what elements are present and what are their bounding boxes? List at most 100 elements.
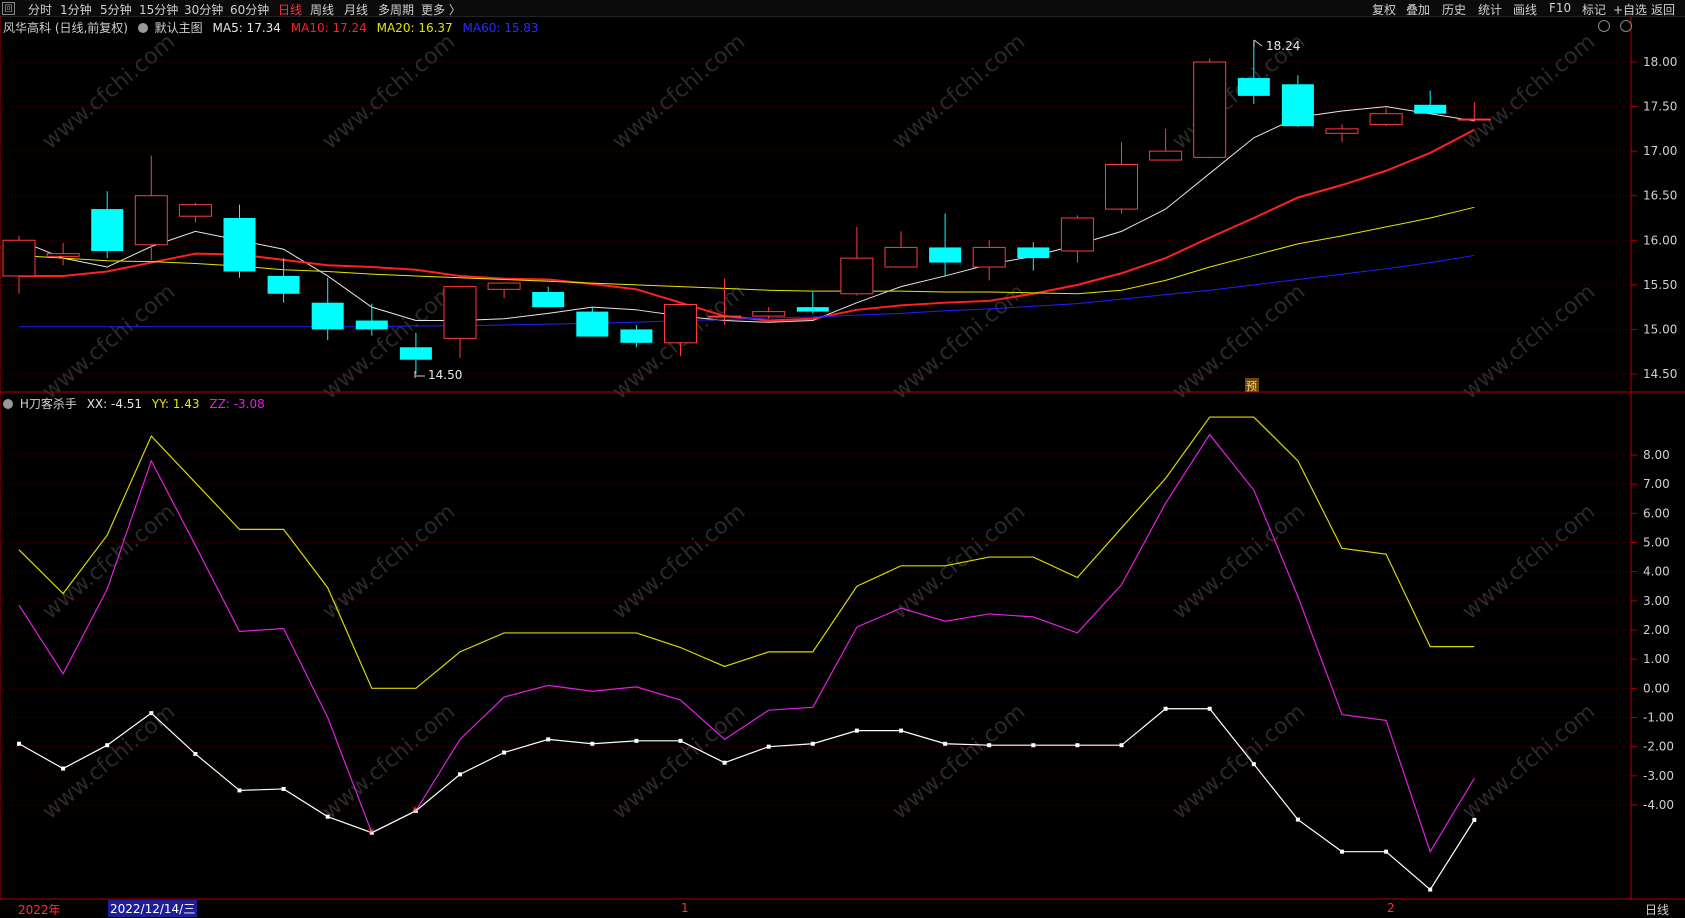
xx-point-32 xyxy=(1428,887,1433,892)
candle-body xyxy=(1105,164,1138,210)
month-label-1: 1 xyxy=(681,901,689,915)
candle-body xyxy=(664,303,697,344)
price-tick-label-0: 14.50 xyxy=(1643,367,1677,381)
candle-14 xyxy=(620,324,653,348)
xx-point-23 xyxy=(1031,743,1036,748)
candle-body xyxy=(796,307,829,312)
chart-window-controls xyxy=(1598,20,1632,35)
candle-10 xyxy=(443,286,477,358)
candle-11 xyxy=(487,282,521,299)
high-price-label: 18.24 xyxy=(1266,39,1300,53)
signal-star-0: * xyxy=(368,827,375,842)
candle-4 xyxy=(178,202,212,223)
chart-canvas[interactable]: www.cfchi.com www.cfchi.com www.cfchi.com w… xyxy=(0,0,1685,918)
watermark-6: www.cfchi.com xyxy=(38,279,180,404)
ind-tick-label-9: 5.00 xyxy=(1643,536,1670,550)
ind-tick-label-3: -1.00 xyxy=(1643,711,1674,725)
candle-body xyxy=(972,246,1006,268)
candle-21 xyxy=(929,213,962,276)
xx-point-18 xyxy=(810,741,815,746)
watermark-layer: www.cfchi.com www.cfchi.com www.cfchi.com w… xyxy=(38,29,1600,824)
xx-point-24 xyxy=(1075,743,1080,748)
watermark-5: www.cfchi.com xyxy=(1458,29,1600,154)
candle-5 xyxy=(223,204,256,278)
xx-point-20 xyxy=(899,728,903,733)
xx-point-31 xyxy=(1384,849,1389,854)
signal-star-1: * xyxy=(412,805,419,820)
chart-settings-icon[interactable] xyxy=(137,23,148,33)
month-label-2: 2 xyxy=(1387,901,1395,915)
low-price-label: 14.50 xyxy=(428,368,462,382)
price-tick-label-2: 15.50 xyxy=(1643,278,1677,292)
indicator-name[interactable]: H刀客杀手 xyxy=(20,397,77,411)
xx-point-7 xyxy=(325,814,330,819)
candle-body xyxy=(1237,78,1270,96)
watermark-7: www.cfchi.com xyxy=(318,279,460,404)
close-icon[interactable] xyxy=(1619,20,1632,32)
settings-icon[interactable] xyxy=(1598,20,1610,32)
indicator-settings-icon[interactable] xyxy=(3,399,13,409)
watermark-15: www.cfchi.com xyxy=(888,499,1030,624)
xx-point-27 xyxy=(1207,706,1212,711)
candle-body xyxy=(532,291,565,308)
xx-point-15 xyxy=(678,738,683,743)
watermark-1: www.cfchi.com xyxy=(318,29,460,154)
xx-point-25 xyxy=(1119,743,1124,748)
candle-27 xyxy=(1193,58,1227,159)
price-tick-label-1: 15.00 xyxy=(1643,322,1677,336)
candle-body xyxy=(267,275,300,294)
candle-29 xyxy=(1281,75,1314,128)
watermark-11: www.cfchi.com xyxy=(1458,279,1600,404)
candle-32 xyxy=(1414,90,1447,114)
candle-body xyxy=(840,257,874,295)
candle-body xyxy=(708,315,742,318)
candle-body xyxy=(929,247,962,263)
candle-23 xyxy=(1017,242,1050,271)
grid-lines xyxy=(0,61,1631,806)
xx-point-29 xyxy=(1295,817,1300,822)
xx-point-3 xyxy=(149,711,154,716)
stock-title: 风华高科 (日线,前复权) xyxy=(3,21,128,35)
candle-body xyxy=(576,311,609,337)
ind-tick-label-4: 0.00 xyxy=(1643,681,1670,695)
candle-body xyxy=(223,218,256,272)
candle-19 xyxy=(840,226,874,296)
chart-template-name[interactable]: 默认主图 xyxy=(155,21,203,35)
xx-point-16 xyxy=(722,760,727,765)
xx-point-5 xyxy=(237,788,242,793)
watermark-12: www.cfchi.com xyxy=(38,499,180,624)
watermark-22: www.cfchi.com xyxy=(1168,699,1310,824)
xx-point-10 xyxy=(458,772,462,777)
price-annotations: 18.24 14.50 预 xyxy=(414,39,1300,393)
forecast-marker: 预 xyxy=(1246,380,1257,393)
ma60-value: MA60: 15.83 xyxy=(462,21,539,35)
candle-0 xyxy=(2,235,36,294)
candle-25 xyxy=(1105,142,1138,214)
candle-body xyxy=(1369,113,1403,125)
ind-tick-label-0: -4.00 xyxy=(1643,798,1674,812)
candle-body xyxy=(399,347,432,360)
period-tab-daily[interactable]: 日线 xyxy=(1645,901,1669,918)
watermark-14: www.cfchi.com xyxy=(608,499,750,624)
watermark-20: www.cfchi.com xyxy=(608,699,750,824)
ind-tick-label-12: 8.00 xyxy=(1643,448,1670,462)
candle-body xyxy=(1193,61,1227,158)
price-tick-label-6: 17.50 xyxy=(1643,100,1677,114)
zz-value: ZZ: -3.08 xyxy=(209,397,265,411)
xx-point-11 xyxy=(502,750,507,755)
price-axis: 14.50 15.00 15.50 16.00 16.50 17.00 17.50 18.00 xyxy=(1631,55,1677,381)
price-tick-label-4: 16.50 xyxy=(1643,189,1677,203)
candle-body xyxy=(134,195,168,246)
xx-point-33 xyxy=(1472,817,1477,822)
watermark-17: www.cfchi.com xyxy=(1458,499,1600,624)
candle-18 xyxy=(796,291,829,314)
xx-point-19 xyxy=(854,728,859,733)
candle-13 xyxy=(576,307,609,337)
candle-1 xyxy=(46,242,80,266)
ind-tick-label-2: -2.00 xyxy=(1643,740,1674,754)
line-ma5 xyxy=(18,106,1475,323)
candle-7 xyxy=(311,277,344,341)
indicator-lines: ** xyxy=(17,416,1477,892)
ma20-value: MA20: 16.37 xyxy=(376,21,453,35)
candle-3 xyxy=(134,155,168,260)
